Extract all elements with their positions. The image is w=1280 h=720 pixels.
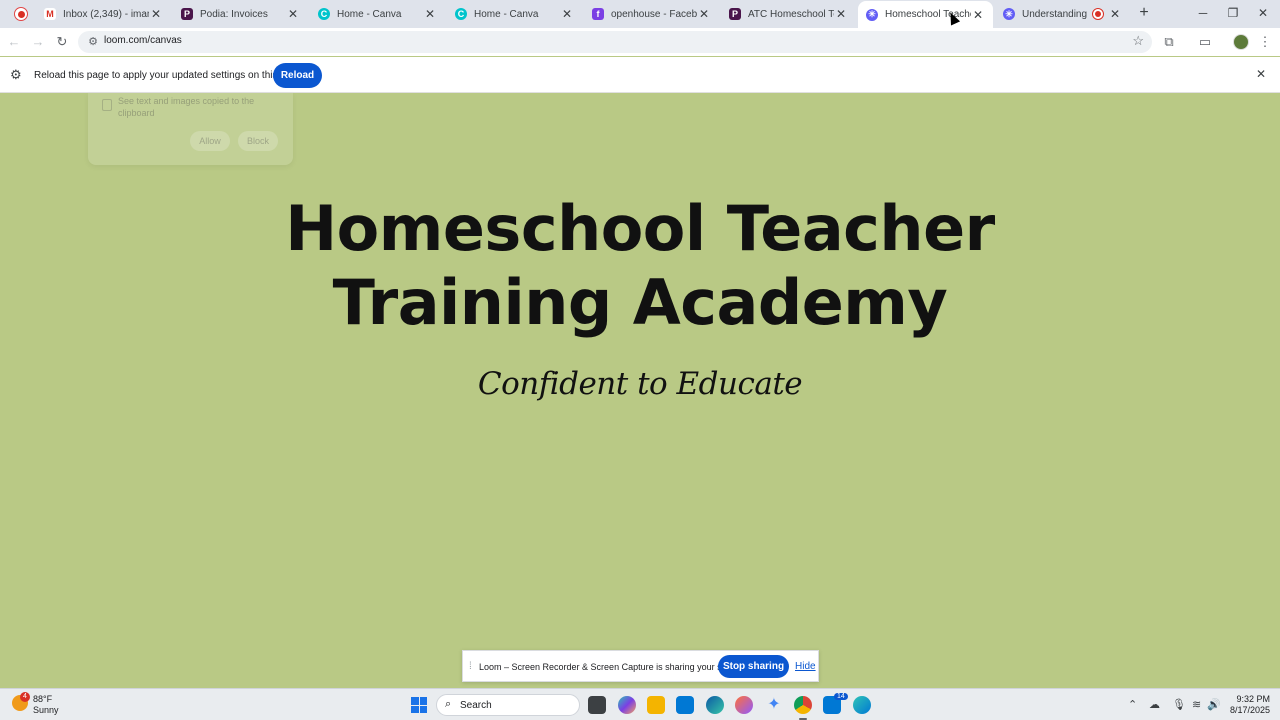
- address-bar[interactable]: ⚙ loom.com/canvas ☆: [78, 31, 1152, 53]
- tab-title: Podia: Invoices: [200, 8, 268, 20]
- bookmark-star-icon[interactable]: ☆: [1132, 33, 1144, 49]
- gear-icon: ⚙: [10, 67, 22, 82]
- tab-title: openhouse - Facebook P: [611, 8, 697, 20]
- close-tab-icon[interactable]: ✕: [149, 7, 163, 21]
- tab-title: Understanding Basal: [1022, 8, 1090, 20]
- loom-icon: ✳: [1003, 8, 1015, 20]
- forward-icon[interactable]: →: [29, 33, 47, 51]
- edge-icon[interactable]: [706, 696, 724, 714]
- tab-atc-homeschool[interactable]: P ATC Homeschool Teacher ✕: [721, 3, 856, 25]
- tab-title: Home - Canva: [337, 8, 402, 20]
- taskbar-search[interactable]: ⌕ Search: [436, 694, 580, 716]
- volume-icon[interactable]: 🔊: [1207, 698, 1221, 711]
- window-close-icon[interactable]: ✕: [1254, 4, 1272, 22]
- block-button[interactable]: Block: [238, 131, 278, 151]
- tab-canva-1[interactable]: C Home - Canva ✕: [310, 3, 445, 25]
- chrome-icon[interactable]: [794, 696, 812, 720]
- new-tab-button[interactable]: +: [1136, 4, 1152, 22]
- microphone-icon[interactable]: 🎙: [1172, 698, 1186, 711]
- tab-homeschool-training-active[interactable]: ✳ Homeschool Teacher Tra ✕: [858, 1, 993, 28]
- loom-icon: ✳: [866, 8, 878, 21]
- minimize-icon[interactable]: ─: [1194, 4, 1212, 22]
- site-settings-icon[interactable]: ⚙: [86, 34, 100, 50]
- mail-badge: 14: [834, 693, 848, 700]
- tab-podia-invoices[interactable]: P Podia: Invoices ✕: [173, 3, 308, 25]
- stop-sharing-button[interactable]: Stop sharing: [718, 655, 789, 678]
- close-tab-icon[interactable]: ✕: [423, 7, 437, 21]
- close-tab-icon[interactable]: ✕: [1108, 7, 1122, 21]
- wifi-icon[interactable]: ≋: [1192, 698, 1201, 711]
- search-icon: ⌕: [445, 698, 452, 710]
- tab-title: Inbox (2,349) - imangiet: [63, 8, 149, 20]
- windows-start-icon[interactable]: [411, 697, 427, 713]
- close-tab-icon[interactable]: ✕: [971, 8, 985, 22]
- hide-link[interactable]: Hide: [795, 661, 816, 672]
- file-explorer-icon[interactable]: [647, 696, 665, 714]
- allow-button[interactable]: Allow: [190, 131, 230, 151]
- recording-tab-icon: [1092, 8, 1104, 20]
- close-tab-icon[interactable]: ✕: [697, 7, 711, 21]
- chevron-up-icon[interactable]: ⌃: [1128, 698, 1137, 711]
- gmail-icon: M: [44, 8, 56, 20]
- app-icon[interactable]: [853, 696, 871, 714]
- windows-taskbar: 4 88°F Sunny ⌕ Search ✦ 14 ⌃ ☁ 🎙 ≋ 🔊 9:3…: [0, 688, 1280, 720]
- share-message: Loom – Screen Recorder & Screen Capture …: [479, 662, 747, 672]
- microsoft-store-icon[interactable]: [676, 696, 694, 714]
- firefox-icon[interactable]: [735, 696, 753, 714]
- task-view-icon[interactable]: [588, 696, 606, 714]
- copilot-icon[interactable]: [618, 696, 636, 714]
- reload-button[interactable]: Reload: [273, 63, 322, 88]
- close-tab-icon[interactable]: ✕: [560, 7, 574, 21]
- canva-icon: C: [318, 8, 330, 20]
- browser-toolbar: ← → ↻ ⚙ loom.com/canvas ☆ ⧉ ▭ ⋮: [0, 28, 1280, 56]
- tab-strip: M Inbox (2,349) - imangiet ✕ P Podia: In…: [0, 0, 1280, 28]
- reload-icon[interactable]: ↻: [53, 33, 71, 51]
- reload-infobar: ⚙ Reload this page to apply your updated…: [0, 57, 1280, 93]
- tab-title: Home - Canva: [474, 8, 539, 20]
- tab-understanding-basal[interactable]: ✳ Understanding Basal ✕: [995, 3, 1130, 25]
- canva-icon: C: [455, 8, 467, 20]
- url-text[interactable]: loom.com/canvas: [104, 35, 182, 46]
- gemini-icon[interactable]: ✦: [765, 696, 783, 714]
- tab-title: ATC Homeschool Teacher: [748, 8, 834, 20]
- drag-handle-icon[interactable]: ⁞: [469, 661, 472, 672]
- weather-condition[interactable]: Sunny: [33, 705, 59, 715]
- extensions-icon[interactable]: ⧉: [1160, 33, 1178, 51]
- screen-share-bar: ⁞ Loom – Screen Recorder & Screen Captur…: [462, 650, 819, 682]
- slide-title: Homeschool Teacher Training Academy: [285, 192, 995, 339]
- search-label: Search: [460, 700, 492, 711]
- tab-facebook[interactable]: f openhouse - Facebook P ✕: [584, 3, 719, 25]
- recording-indicator-icon: [14, 7, 28, 21]
- podia-icon: P: [729, 8, 741, 20]
- podia-icon: P: [181, 8, 193, 20]
- close-tab-icon[interactable]: ✕: [834, 7, 848, 21]
- back-icon[interactable]: ←: [5, 33, 23, 51]
- menu-icon[interactable]: ⋮: [1256, 33, 1274, 51]
- clock-date[interactable]: 8/17/2025: [1222, 705, 1270, 715]
- profile-avatar[interactable]: [1233, 34, 1249, 50]
- clipboard-icon: [102, 99, 112, 111]
- weather-temperature[interactable]: 88°F: [33, 694, 52, 704]
- close-tab-icon[interactable]: ✕: [286, 7, 300, 21]
- permission-text: See text and images copied to the clipbo…: [118, 96, 255, 118]
- restore-icon[interactable]: ❐: [1224, 4, 1242, 22]
- tab-canva-2[interactable]: C Home - Canva ✕: [447, 3, 582, 25]
- onedrive-icon[interactable]: ☁: [1149, 698, 1160, 711]
- cast-icon[interactable]: ▭: [1196, 33, 1214, 51]
- tab-gmail[interactable]: M Inbox (2,349) - imangiet ✕: [36, 3, 171, 25]
- close-icon[interactable]: ✕: [1256, 67, 1266, 81]
- infobar-message: Reload this page to apply your updated s…: [34, 70, 296, 81]
- facebook-icon: f: [592, 8, 604, 20]
- clock-time[interactable]: 9:32 PM: [1228, 694, 1270, 704]
- clipboard-permission-popup: See text and images copied to the clipbo…: [88, 93, 293, 165]
- slide-subtitle: Confident to Educate: [477, 366, 803, 402]
- weather-badge: 4: [20, 692, 30, 702]
